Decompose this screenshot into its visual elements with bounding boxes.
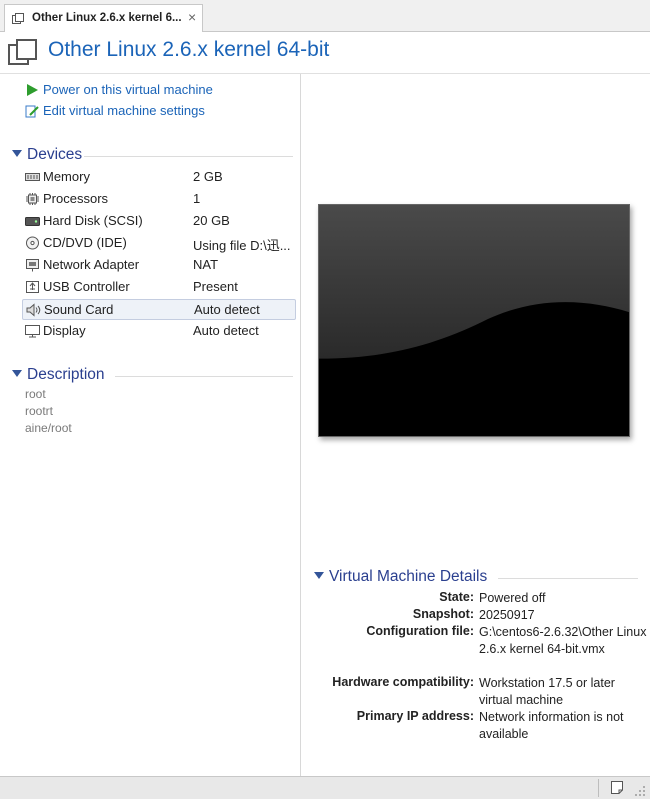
primary-ip-value: Network information is not available [479,710,624,741]
description-line: root [25,387,46,401]
hardware-compatibility-value: Workstation 17.5 or later virtual machin… [479,676,615,707]
right-pane: Virtual Machine Details State: Powered o… [302,74,650,776]
collapse-triangle-icon[interactable] [12,370,22,377]
status-divider [598,779,599,797]
device-name: USB Controller [43,279,130,294]
device-value: Present [193,279,238,294]
primary-ip-label: Primary IP address: [356,709,474,723]
section-divider [115,376,293,377]
tab-vm[interactable]: Other Linux 2.6.x kernel 6... × [4,4,203,32]
device-row-network-adapter[interactable]: Network Adapter NAT [22,255,296,276]
tab-title: Other Linux 2.6.x kernel 6... [32,12,182,24]
device-name: CD/DVD (IDE) [43,235,127,250]
device-value: 20 GB [193,213,230,228]
device-name: Processors [43,191,109,206]
device-row-memory[interactable]: Memory 2 GB [22,167,296,188]
devices-heading: Devices [27,146,83,163]
virtual-machine-icon [8,39,37,65]
processor-icon [26,193,39,205]
device-name: Network Adapter [43,257,140,272]
device-name: Display [43,323,86,338]
left-pane: Power on this virtual machine Edit virtu… [0,74,301,776]
state-value: Powered off [479,591,546,605]
hardware-compatibility-label: Hardware compatibility: [332,675,474,689]
hard-disk-icon [25,217,40,226]
description-line: rootrt [25,404,54,418]
section-divider [84,156,293,157]
device-value: Auto detect [194,302,260,317]
display-icon [25,325,40,338]
power-on-label: Power on this virtual machine [43,82,213,97]
vm-details-section-header[interactable]: Virtual Machine Details [314,568,638,588]
vm-screen-thumbnail[interactable] [318,204,630,437]
collapse-triangle-icon[interactable] [314,572,324,579]
status-bar [0,776,650,799]
snapshot-label: Snapshot: [412,607,474,621]
device-row-processors[interactable]: Processors 1 [22,189,296,210]
device-row-hard-disk[interactable]: Hard Disk (SCSI) 20 GB [22,211,296,232]
device-value: Auto detect [193,323,259,338]
config-file-label: Configuration file: [366,624,474,638]
device-value: Using file D:\迅... [193,238,291,253]
device-value: 1 [193,191,201,206]
vm-summary-panel: Other Linux 2.6.x kernel 64-bit Power on… [0,32,650,776]
device-row-sound-card[interactable]: Sound Card Auto detect [22,299,296,320]
sound-card-icon [26,303,41,317]
device-name: Memory [43,169,90,184]
description-section-header[interactable]: Description [12,366,293,386]
device-row-usb-controller[interactable]: USB Controller Present [22,277,296,298]
description-line: aine/root [25,421,72,435]
usb-icon [26,281,39,293]
cd-dvd-icon [26,236,39,250]
description-heading: Description [27,366,105,383]
device-value: NAT [193,257,219,272]
device-name: Hard Disk (SCSI) [43,213,143,228]
edit-settings-label: Edit virtual machine settings [43,103,205,118]
network-adapter-icon [26,259,39,272]
note-icon[interactable] [610,780,624,795]
vm-details-heading: Virtual Machine Details [329,568,488,585]
config-file-value: G:\centos6-2.6.32\Other Linux 2.6.x kern… [479,625,647,656]
edit-settings-icon [25,105,39,118]
device-row-display[interactable]: Display Auto detect [22,321,296,342]
section-divider [498,578,638,579]
snapshot-value: 20250917 [479,608,535,622]
collapse-triangle-icon[interactable] [12,150,22,157]
vm-header: Other Linux 2.6.x kernel 64-bit [0,32,650,74]
play-icon [27,84,38,96]
vm-tab-icon [12,13,24,24]
state-label: State: [439,590,474,604]
devices-section-header[interactable]: Devices [12,146,293,166]
close-icon[interactable]: × [188,9,196,25]
resize-grip-icon[interactable] [634,785,646,797]
device-row-cd-dvd[interactable]: CD/DVD (IDE) Using file D:\迅... [22,233,296,254]
page-title: Other Linux 2.6.x kernel 64-bit [48,38,330,61]
device-value: 2 GB [193,169,223,184]
device-name: Sound Card [44,302,114,317]
tab-strip: Other Linux 2.6.x kernel 6... × [0,0,650,32]
memory-icon [25,173,40,181]
